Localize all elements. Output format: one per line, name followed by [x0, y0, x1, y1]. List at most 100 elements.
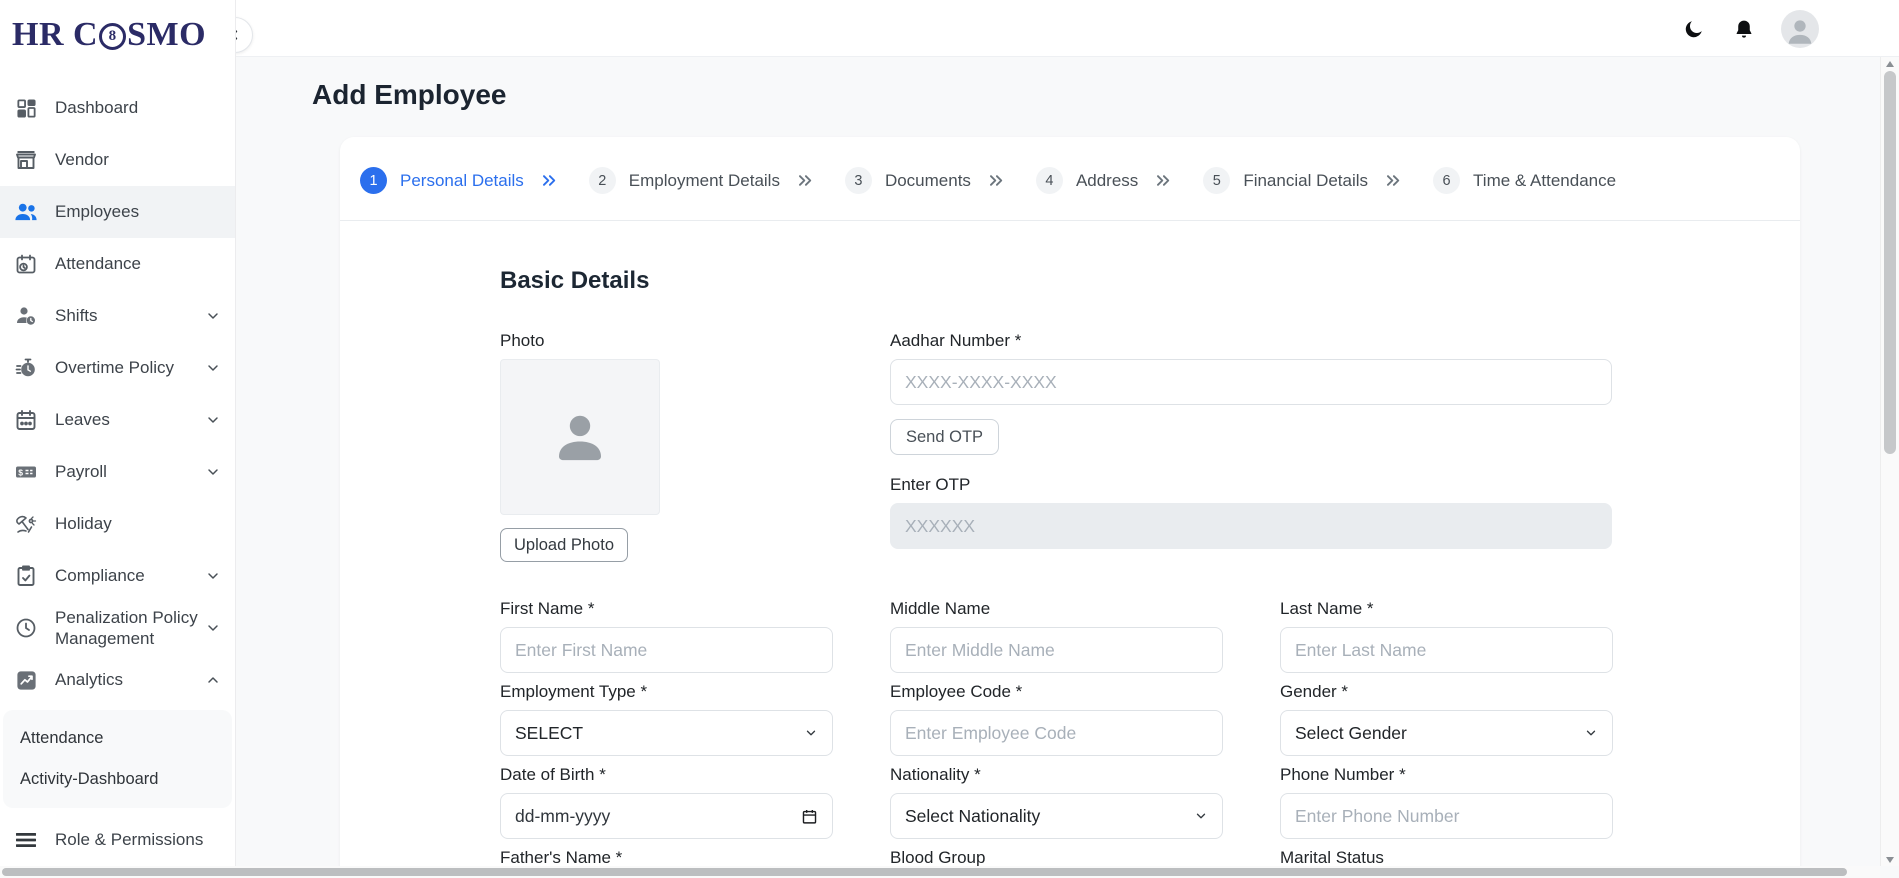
chevron-down-icon: [1584, 726, 1598, 740]
user-avatar[interactable]: [1781, 10, 1819, 48]
last-name-input[interactable]: [1280, 627, 1613, 673]
bell-icon: [1733, 18, 1755, 40]
beach-icon: [13, 511, 39, 537]
phone-number-input[interactable]: [1280, 793, 1613, 839]
employee-code-input[interactable]: [890, 710, 1223, 756]
double-chevron-right-icon: [796, 171, 815, 190]
submenu-item-activity-dashboard[interactable]: Activity-Dashboard: [3, 759, 232, 800]
fields-grid: First Name * Middle Name Last Name * Emp…: [500, 599, 1640, 866]
sidebar-item-vendor[interactable]: Vendor: [0, 134, 235, 186]
step-number-badge: 1: [360, 167, 387, 194]
step-time-attendance[interactable]: 6 Time & Attendance: [1433, 167, 1616, 194]
submenu-item-attendance[interactable]: Attendance: [3, 718, 232, 759]
scroll-up-arrow-icon[interactable]: [1886, 61, 1894, 67]
stopwatch-icon: [13, 355, 39, 381]
sidebar-item-label: Role & Permissions: [55, 829, 221, 850]
sidebar-item-leaves[interactable]: Leaves: [0, 394, 235, 446]
sidebar-nav: Dashboard Vendor Employees Attendance Sh: [0, 82, 235, 866]
brand-text-right: SMO: [127, 16, 206, 54]
employment-type-select[interactable]: SELECT: [500, 710, 833, 756]
chevron-up-icon: [205, 672, 221, 688]
aadhar-input[interactable]: [890, 359, 1612, 405]
brand-o-icon: 8: [99, 23, 126, 50]
calendar-clock-icon: [13, 251, 39, 277]
analytics-submenu: Attendance Activity-Dashboard: [3, 710, 232, 808]
person-clock-icon: [13, 303, 39, 329]
storefront-icon: [13, 147, 39, 173]
brand-text-left: HR C: [12, 16, 98, 54]
sidebar-item-label: Attendance: [55, 253, 221, 274]
vertical-scrollbar-thumb[interactable]: [1884, 71, 1896, 454]
sidebar-item-employees[interactable]: Employees: [0, 186, 235, 238]
chevron-down-icon: [804, 726, 818, 740]
upload-photo-button[interactable]: Upload Photo: [500, 528, 628, 562]
sidebar-item-analytics[interactable]: Analytics: [0, 654, 235, 706]
double-chevron-right-icon: [1154, 171, 1173, 190]
calendar-icon: [13, 407, 39, 433]
sidebar-item-label: Holiday: [55, 513, 221, 534]
page-title: Add Employee: [312, 79, 1880, 111]
sidebar-item-label: Shifts: [55, 305, 205, 326]
nationality-select[interactable]: Select Nationality: [890, 793, 1223, 839]
step-number-badge: 2: [589, 167, 616, 194]
sidebar: HR C8SMO Dashboard Vendor Employees At: [0, 0, 236, 866]
photo-placeholder: [500, 359, 660, 515]
sidebar-item-label: Vendor: [55, 149, 221, 170]
wizard-stepper: 1 Personal Details 2 Employment Details …: [340, 137, 1800, 221]
aadhar-label: Aadhar Number *: [890, 331, 1612, 351]
chevron-down-icon: [205, 360, 221, 376]
clipboard-check-icon: [13, 563, 39, 589]
sidebar-item-overtime-policy[interactable]: Overtime Policy: [0, 342, 235, 394]
sidebar-item-label: Employees: [55, 201, 221, 222]
payroll-icon: $: [13, 459, 39, 485]
sidebar-item-shifts[interactable]: Shifts: [0, 290, 235, 342]
person-icon: [544, 401, 616, 473]
send-otp-button[interactable]: Send OTP: [890, 419, 999, 455]
dashboard-icon: [13, 95, 39, 121]
otp-label: Enter OTP: [890, 475, 1612, 495]
middle-name-input[interactable]: [890, 627, 1223, 673]
theme-toggle-button[interactable]: [1681, 16, 1707, 42]
notifications-button[interactable]: [1731, 16, 1757, 42]
moon-icon: [1683, 18, 1705, 40]
sidebar-item-label: Dashboard: [55, 97, 221, 118]
sidebar-item-compliance[interactable]: Compliance: [0, 550, 235, 602]
brand-logo: HR C8SMO: [0, 0, 235, 60]
first-name-input[interactable]: [500, 627, 833, 673]
sidebar-item-label: Compliance: [55, 565, 205, 586]
sidebar-item-role-permissions[interactable]: Role & Permissions: [0, 814, 235, 866]
sidebar-item-holiday[interactable]: Holiday: [0, 498, 235, 550]
step-personal-details[interactable]: 1 Personal Details: [360, 167, 559, 194]
horizontal-scrollbar[interactable]: [0, 866, 1880, 878]
people-icon: [13, 199, 39, 225]
chevron-down-icon: [205, 308, 221, 324]
clock-icon: [13, 615, 39, 641]
horizontal-scrollbar-thumb[interactable]: [2, 868, 1847, 876]
topbar-actions: [1681, 0, 1819, 57]
vertical-scrollbar[interactable]: [1880, 57, 1899, 866]
sidebar-item-label: Payroll: [55, 461, 205, 482]
sidebar-item-label: Analytics: [55, 669, 205, 690]
scroll-down-arrow-icon[interactable]: [1886, 857, 1894, 863]
double-chevron-right-icon: [540, 171, 559, 190]
photo-label: Photo: [500, 331, 833, 351]
section-title: Basic Details: [500, 267, 1640, 295]
step-address[interactable]: 4 Address: [1036, 167, 1173, 194]
sidebar-item-penalization-policy[interactable]: Penalization Policy Management: [0, 602, 235, 654]
step-documents[interactable]: 3 Documents: [845, 167, 1006, 194]
svg-text:$: $: [18, 467, 23, 477]
step-employment-details[interactable]: 2 Employment Details: [589, 167, 815, 194]
step-financial-details[interactable]: 5 Financial Details: [1203, 167, 1403, 194]
sidebar-item-payroll[interactable]: $ Payroll: [0, 446, 235, 498]
chevron-down-icon: [205, 568, 221, 584]
topbar: [236, 0, 1899, 57]
date-of-birth-input[interactable]: dd-mm-yyyy: [500, 793, 833, 839]
otp-input[interactable]: [890, 503, 1612, 549]
sidebar-item-dashboard[interactable]: Dashboard: [0, 82, 235, 134]
chevron-down-icon: [205, 412, 221, 428]
sidebar-item-label: Leaves: [55, 409, 205, 430]
gender-select[interactable]: Select Gender: [1280, 710, 1613, 756]
basic-details-section: Basic Details Photo Upload Photo Aadhar …: [340, 221, 1640, 866]
chart-icon: [13, 667, 39, 693]
sidebar-item-attendance[interactable]: Attendance: [0, 238, 235, 290]
